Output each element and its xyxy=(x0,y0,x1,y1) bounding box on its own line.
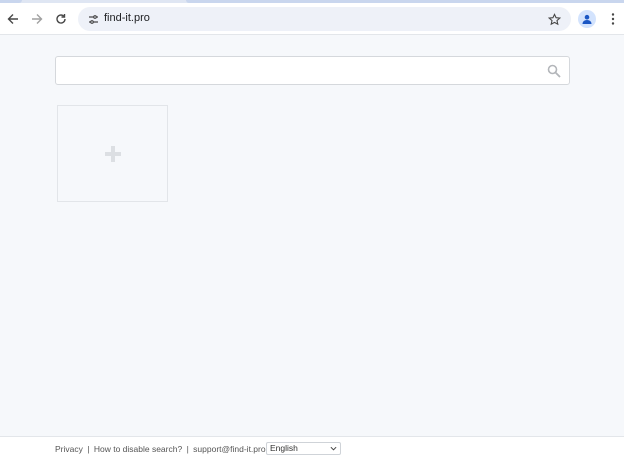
how-to-disable-link[interactable]: How to disable search? xyxy=(94,444,182,454)
arrow-right-icon xyxy=(32,14,43,24)
back-button[interactable] xyxy=(1,7,25,31)
bookmark-button[interactable] xyxy=(545,10,563,28)
address-bar[interactable]: find-it.pro xyxy=(78,7,571,31)
search-input[interactable] xyxy=(64,60,534,81)
kebab-menu-icon xyxy=(611,13,615,25)
browser-menu-button[interactable] xyxy=(601,7,624,31)
reload-icon xyxy=(56,14,66,24)
star-icon xyxy=(547,12,561,25)
language-select[interactable]: English xyxy=(266,442,341,455)
forward-button[interactable] xyxy=(25,7,49,31)
add-shortcut-tile[interactable] xyxy=(57,105,168,202)
tune-icon xyxy=(88,14,98,24)
language-selected: English xyxy=(270,443,298,453)
browser-toolbar: find-it.pro xyxy=(0,3,624,35)
footer: Privacy | How to disable search? | suppo… xyxy=(0,436,624,457)
reload-button[interactable] xyxy=(49,7,73,31)
footer-links: Privacy | How to disable search? | suppo… xyxy=(55,444,266,454)
profile-button[interactable] xyxy=(578,10,596,28)
plus-icon xyxy=(104,145,121,162)
search-icon[interactable] xyxy=(547,64,561,78)
site-info-button[interactable] xyxy=(84,10,102,28)
search-box[interactable] xyxy=(55,56,570,85)
person-icon xyxy=(582,14,592,24)
support-email-link[interactable]: support@find-it.pro xyxy=(193,444,265,454)
url-text[interactable]: find-it.pro xyxy=(104,12,150,24)
page-content xyxy=(0,36,624,436)
footer-separator: | xyxy=(186,444,189,454)
footer-separator: | xyxy=(87,444,90,454)
chevron-down-icon xyxy=(330,446,337,451)
privacy-link[interactable]: Privacy xyxy=(55,444,83,454)
arrow-left-icon xyxy=(7,14,18,24)
